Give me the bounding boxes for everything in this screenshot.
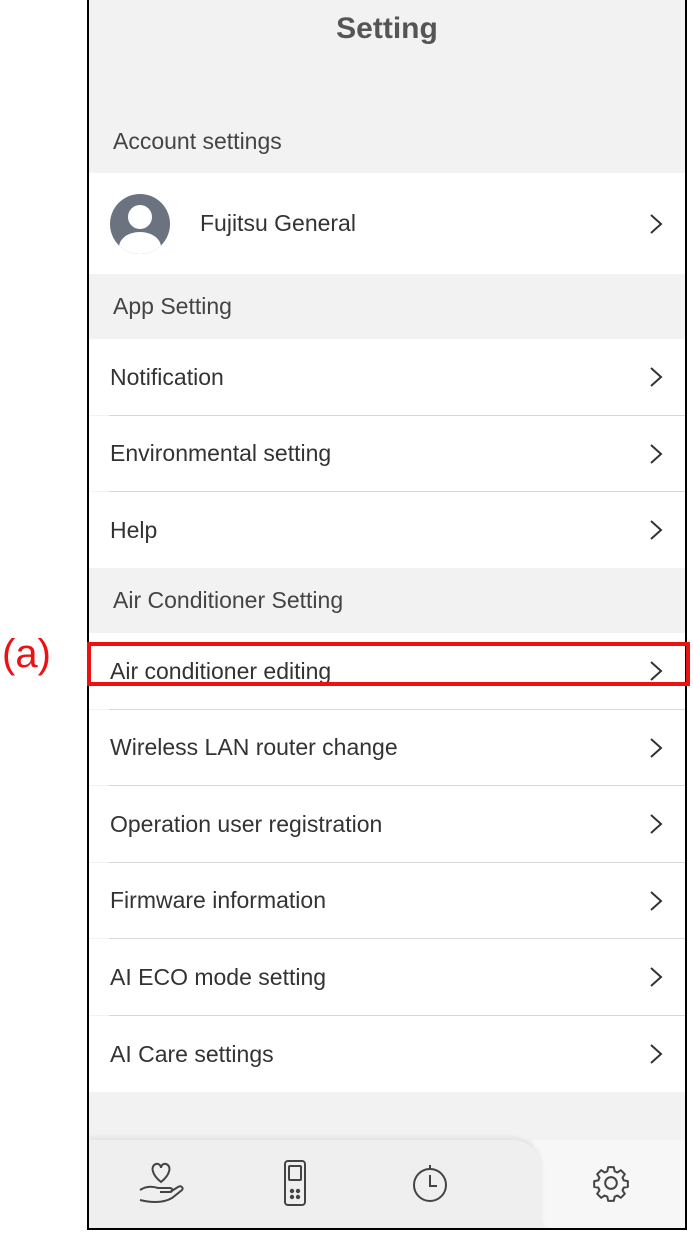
- section-header-air-conditioner: Air Conditioner Setting: [89, 569, 685, 631]
- timer-icon: [410, 1162, 450, 1209]
- section-header-air-conditioner-label: Air Conditioner Setting: [113, 586, 344, 613]
- avatar: [110, 193, 170, 254]
- chevron-right-icon: [649, 213, 663, 235]
- chevron-right-icon: [649, 966, 663, 988]
- tab-timer[interactable]: [370, 1140, 490, 1228]
- menu-item-wireless-lan-router-change[interactable]: Wireless LAN router change: [89, 710, 685, 785]
- menu-item-label: Environmental setting: [110, 440, 332, 466]
- menu-item-firmware-information[interactable]: Firmware information: [89, 863, 685, 938]
- menu-item-label: Notification: [110, 363, 224, 390]
- menu-item-notification[interactable]: Notification: [89, 339, 685, 415]
- gear-icon: [591, 1163, 631, 1208]
- tab-care[interactable]: [101, 1140, 221, 1228]
- menu-item-environmental-setting[interactable]: Environmental setting: [89, 416, 685, 491]
- chevron-right-icon: [649, 890, 663, 912]
- section-header-account: Account settings: [89, 112, 685, 170]
- chevron-right-icon: [649, 443, 663, 465]
- chevron-right-icon: [649, 366, 663, 388]
- menu-item-help[interactable]: Help: [89, 492, 685, 568]
- care-icon: [136, 1160, 186, 1211]
- section-header-app: App Setting: [89, 275, 685, 337]
- menu-item-label: AI ECO mode setting: [110, 963, 327, 990]
- chevron-right-icon: [649, 660, 663, 682]
- menu-item-label: Air conditioner editing: [110, 657, 332, 684]
- callout-label: (a): [2, 632, 51, 676]
- section-header-account-label: Account settings: [113, 127, 282, 154]
- bottom-tab-bar: [89, 1140, 685, 1228]
- tab-settings[interactable]: [551, 1140, 671, 1228]
- menu-item-ai-care-settings[interactable]: AI Care settings: [89, 1016, 685, 1092]
- chevron-right-icon: [649, 519, 663, 541]
- settings-screen: Setting Account settings Fujitsu General…: [87, 0, 687, 1230]
- menu-item-label: Wireless LAN router change: [110, 734, 398, 760]
- section-header-app-label: App Setting: [113, 292, 232, 319]
- account-user-name: Fujitsu General: [200, 210, 356, 236]
- menu-item-ai-eco-mode-setting[interactable]: AI ECO mode setting: [89, 939, 685, 1015]
- chevron-right-icon: [649, 1043, 663, 1065]
- menu-item-label: Operation user registration: [110, 810, 383, 837]
- page-title: Setting: [336, 12, 438, 45]
- chevron-right-icon: [649, 813, 663, 835]
- menu-item-label: AI Care settings: [110, 1040, 274, 1067]
- remote-control-icon: [282, 1159, 308, 1212]
- menu-item-operation-user-registration[interactable]: Operation user registration: [89, 786, 685, 862]
- menu-item-label: Firmware information: [110, 887, 326, 913]
- account-row[interactable]: Fujitsu General: [89, 173, 685, 274]
- menu-item-label: Help: [110, 516, 158, 543]
- menu-item-air-conditioner-editing[interactable]: Air conditioner editing: [89, 633, 685, 709]
- chevron-right-icon: [649, 737, 663, 759]
- tab-remote-control[interactable]: [235, 1140, 355, 1228]
